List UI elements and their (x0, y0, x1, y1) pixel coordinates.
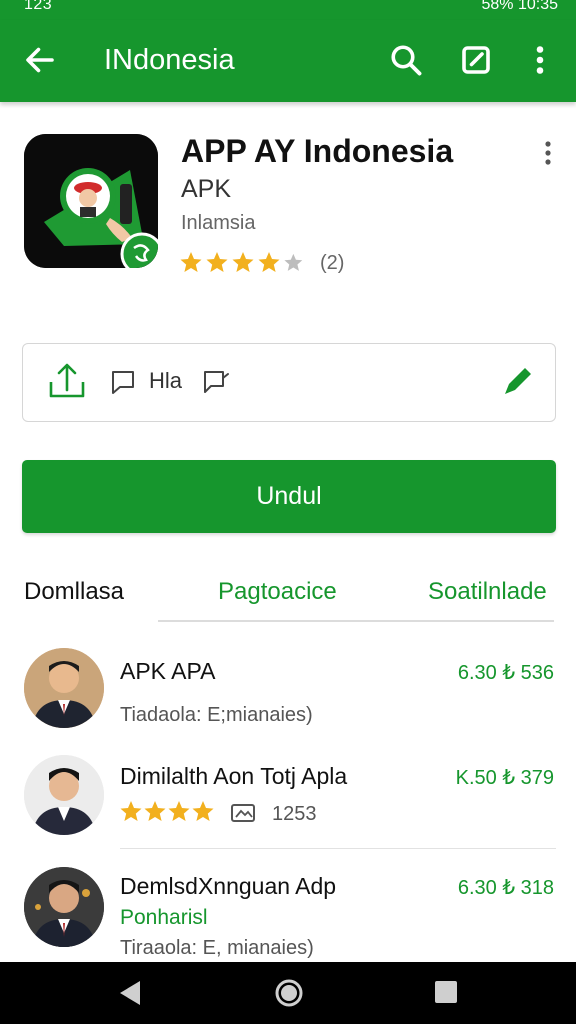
item-title: Dimilalth Aon Totj Apla (120, 763, 348, 789)
back-arrow-icon[interactable] (22, 42, 58, 78)
star-icon (258, 252, 280, 272)
pencil-icon[interactable] (501, 366, 535, 398)
item-count: 1253 (272, 803, 317, 825)
person-icon (24, 867, 104, 947)
tab-domllasa[interactable]: Domllasa (24, 578, 124, 606)
download-button[interactable]: Undul (22, 460, 556, 533)
star-icon (180, 252, 202, 272)
item-tag: Ponharisl (120, 906, 208, 929)
status-right-text: 58% 10:35 (481, 0, 558, 13)
item-subtitle: Tiadaola: E;mianaies) (120, 704, 313, 726)
rating-stars (180, 252, 303, 272)
item-title: DemlsdXnnguan Adp (120, 873, 337, 899)
avatar (24, 867, 104, 947)
item-subtitle: Tiraaola: E, mianaies) (120, 937, 314, 959)
item-price: 6.30 ₺ 318 (457, 877, 554, 899)
edit-square-icon[interactable] (458, 42, 494, 78)
status-bar: 123 58% 10:35 (0, 0, 576, 20)
action-card: Hla (22, 343, 556, 422)
share-icon[interactable] (47, 362, 87, 400)
star-icon (120, 801, 142, 821)
item-rating-stars (120, 801, 214, 821)
list-item[interactable]: DemlsdXnnguan Adp 6.30 ₺ 318 Ponharisl T… (0, 855, 576, 962)
app-type: APK (181, 175, 232, 203)
tab-bar: Domllasa Pagtoacice Soatilnlade (0, 570, 576, 622)
rating-count: (2) (320, 252, 345, 274)
list-item[interactable]: Dimilalth Aon Totj Apla K.50 ₺ 379 1253 (0, 745, 576, 845)
avatar (24, 648, 104, 728)
app-icon (24, 134, 158, 268)
search-icon[interactable] (388, 42, 424, 78)
chip-label[interactable]: Hla (149, 368, 182, 394)
star-icon (192, 801, 214, 821)
app-name: APP AY Indonesia (181, 133, 454, 169)
back-nav-icon[interactable] (116, 978, 144, 1008)
row-divider (120, 848, 556, 849)
star-half-icon (284, 253, 303, 271)
tab-soatilnlade[interactable]: Soatilnlade (428, 578, 547, 606)
home-nav-icon[interactable] (274, 978, 304, 1008)
review-icon[interactable] (201, 368, 231, 396)
nav-bar (0, 962, 576, 1024)
item-price: 6.30 ₺ 536 (457, 662, 554, 684)
item-price: K.50 ₺ 379 (455, 767, 554, 789)
comment-icon[interactable] (109, 368, 137, 396)
item-title: APK APA (120, 658, 216, 684)
app-developer: Inlamsia (181, 212, 256, 234)
tab-divider (158, 620, 554, 622)
star-icon (232, 252, 254, 272)
star-icon (144, 801, 166, 821)
app-logo-icon (24, 134, 158, 268)
person-icon (24, 755, 104, 835)
star-icon (168, 801, 190, 821)
more-vert-icon[interactable] (522, 42, 558, 78)
app-more-icon[interactable] (538, 140, 558, 168)
star-icon (206, 252, 228, 272)
recents-nav-icon[interactable] (432, 978, 460, 1006)
app-bar: INdonesia (0, 20, 576, 102)
status-left-text: 123 (24, 0, 53, 13)
list-item[interactable]: APK APA 6.30 ₺ 536 Tiadaola: E;mianaies) (0, 640, 576, 740)
tab-pagtoacice[interactable]: Pagtoacice (218, 578, 337, 606)
person-icon (24, 648, 104, 728)
app-bar-title: INdonesia (104, 44, 235, 76)
image-icon (231, 804, 255, 822)
avatar (24, 755, 104, 835)
